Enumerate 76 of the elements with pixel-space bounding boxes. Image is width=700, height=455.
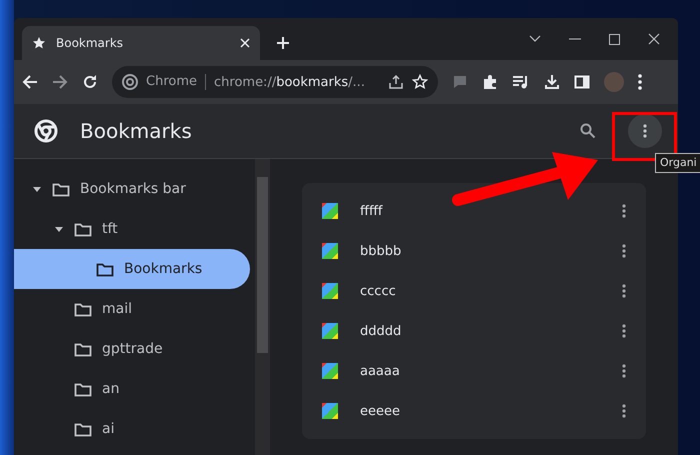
more-vertical-icon[interactable] — [622, 204, 626, 218]
folder-label: tft — [102, 221, 118, 237]
folder-label: mail — [102, 301, 132, 317]
bookmark-item[interactable]: ddddd — [302, 311, 646, 351]
folder-icon — [74, 382, 92, 396]
folder-tree-item[interactable]: an — [14, 369, 250, 409]
site-label: Chrome — [146, 74, 206, 90]
caret-icon[interactable] — [55, 226, 63, 232]
star-outline-icon[interactable] — [412, 74, 428, 90]
more-vertical-icon[interactable] — [622, 244, 626, 258]
more-vertical-icon[interactable] — [622, 404, 626, 418]
caret-icon[interactable] — [33, 186, 41, 192]
back-arrow-icon[interactable] — [22, 74, 38, 90]
more-vertical-icon[interactable] — [622, 324, 626, 338]
folder-tree-item[interactable]: gpttrade — [14, 329, 250, 369]
bookmark-item[interactable]: eeeee — [302, 391, 646, 431]
page-title: Bookmarks — [80, 119, 193, 143]
bookmark-title: aaaaa — [360, 364, 401, 378]
more-vertical-icon — [643, 124, 647, 138]
close-icon[interactable] — [648, 33, 660, 45]
share-icon[interactable] — [388, 74, 404, 90]
folder-icon — [96, 262, 114, 276]
forward-arrow-icon[interactable] — [52, 74, 68, 90]
folder-label: Bookmarks — [124, 261, 202, 277]
star-icon — [32, 36, 46, 50]
address-bar[interactable]: Chrome chrome://bookmarks/... — [112, 66, 438, 98]
folder-tree-item[interactable]: tft — [14, 209, 250, 249]
bookmark-title: eeeee — [360, 404, 401, 418]
download-icon[interactable] — [544, 74, 560, 90]
favicon-icon — [322, 243, 338, 259]
more-vertical-icon[interactable] — [622, 364, 626, 378]
favicon-icon — [322, 403, 338, 419]
folder-icon — [74, 302, 92, 316]
reload-icon[interactable] — [82, 74, 98, 90]
scrollbar[interactable] — [255, 159, 270, 455]
bookmark-item[interactable]: fffff — [302, 191, 646, 231]
url-text: chrome://bookmarks/... — [214, 74, 366, 90]
folder-icon — [74, 222, 92, 236]
chrome-logo-icon — [122, 74, 138, 90]
minimize-icon[interactable] — [569, 38, 581, 40]
browser-tab[interactable]: Bookmarks — [22, 26, 260, 60]
favicon-icon — [322, 203, 338, 219]
music-queue-icon[interactable] — [512, 74, 530, 90]
puzzle-piece-icon[interactable] — [482, 74, 498, 90]
bookmark-title: ccccc — [360, 284, 397, 298]
maximize-icon[interactable] — [609, 34, 620, 44]
favicon-icon — [322, 363, 338, 379]
folder-label: gpttrade — [102, 341, 163, 357]
bookmark-item[interactable]: bbbbb — [302, 231, 646, 271]
organize-menu-button[interactable] — [628, 114, 662, 148]
favicon-icon — [322, 283, 338, 299]
folder-label: an — [102, 381, 120, 397]
more-vertical-icon[interactable] — [638, 74, 642, 90]
folder-icon — [74, 422, 92, 436]
bookmark-item[interactable]: ccccc — [302, 271, 646, 311]
bookmark-title: bbbbb — [360, 244, 402, 258]
folder-tree-item[interactable]: ai — [14, 409, 250, 449]
folder-tree-item[interactable]: Bookmarks — [14, 249, 250, 289]
side-panel-icon[interactable] — [574, 74, 590, 90]
folder-icon — [74, 342, 92, 356]
folder-label: ai — [102, 421, 114, 437]
bookmark-title: ddddd — [360, 324, 402, 338]
bookmark-title: fffff — [360, 204, 384, 218]
folder-tree-item[interactable]: Bookmarks bar — [14, 169, 250, 209]
plus-icon[interactable] — [276, 36, 290, 50]
folder-label: Bookmarks bar — [80, 181, 186, 197]
folder-icon — [52, 182, 70, 196]
tab-title: Bookmarks — [56, 36, 124, 50]
more-vertical-icon[interactable] — [622, 284, 626, 298]
chrome-logo-icon — [34, 119, 58, 143]
folder-tree-item[interactable]: mail — [14, 289, 250, 329]
favicon-icon — [322, 323, 338, 339]
tooltip: Organi — [655, 153, 700, 173]
bookmark-item[interactable]: aaaaa — [302, 351, 646, 391]
search-icon[interactable] — [580, 123, 596, 139]
chevron-down-icon[interactable] — [529, 35, 541, 43]
